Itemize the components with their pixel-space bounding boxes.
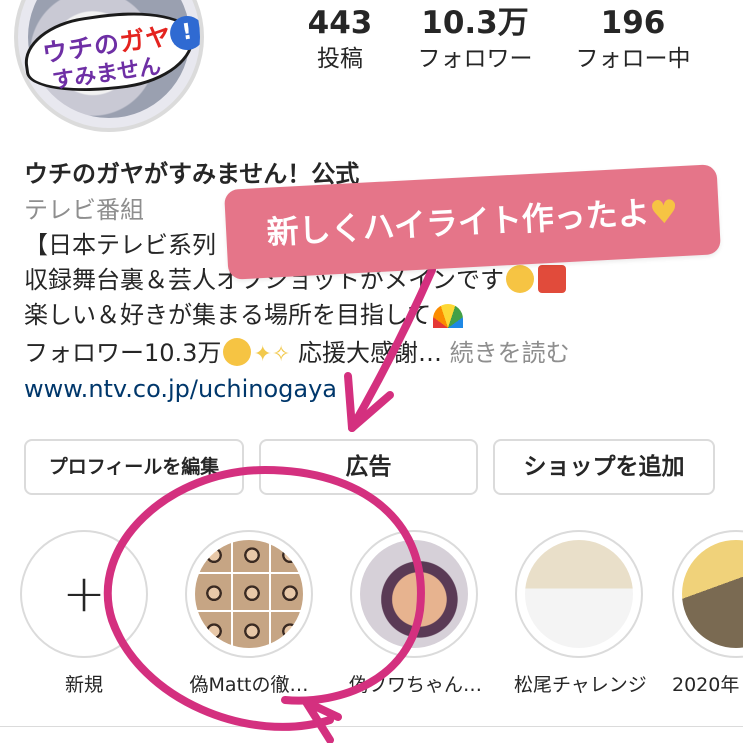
highlight-cover-image (525, 540, 633, 648)
highlight-label: 偽フワちゃん… (349, 674, 483, 696)
profile-category: テレビ番組 (24, 196, 144, 224)
highlight-item[interactable]: 松尾チャレンジ (514, 530, 647, 697)
followers-count: 10.3万 (421, 5, 529, 41)
highlight-cover-image (360, 540, 468, 648)
sparkles-emoji-icon: ✧ (271, 342, 291, 367)
pointer-arrow-head-right (348, 391, 394, 432)
add-shop-button[interactable]: ショップを追加 (493, 439, 715, 495)
highlight-item[interactable]: 偽Mattの徹… (184, 530, 314, 697)
highlight-label: 新規 (64, 674, 103, 696)
bio-line-3: 楽しい＆好きが集まる場所を目指して (24, 298, 465, 332)
highlight-item[interactable]: 偽フワちゃん… (349, 530, 483, 697)
yellow-heart-icon: ♥ (648, 192, 680, 232)
highlight-item[interactable]: 2020年 (672, 530, 743, 697)
rainbow-emoji-icon (433, 304, 464, 328)
ad-button[interactable]: 広告 (259, 439, 478, 495)
party-popper-emoji-icon: ✦ (253, 342, 272, 367)
bio-line-1: 【日本テレビ系列 (24, 231, 216, 259)
gift-emoji-icon (538, 265, 566, 293)
posts-count: 443 (307, 5, 373, 41)
flushed-emoji-icon (223, 338, 252, 366)
posts-label: 投稿 (317, 46, 363, 72)
pointer-arrow-head-left (344, 372, 356, 432)
read-more-link[interactable]: 続きを読む (450, 339, 570, 367)
profile-avatar[interactable]: ウチのガヤが すみません ! (14, 0, 204, 132)
circle-arrow-head (302, 698, 342, 743)
highlight-label: 偽Mattの徹… (189, 674, 309, 696)
plus-icon: + (62, 564, 106, 624)
highlight-cover-image (195, 540, 303, 648)
highlight-new[interactable]: + 新規 (19, 530, 149, 697)
tab-divider (0, 726, 743, 727)
wink-emoji-icon (506, 265, 534, 293)
posts-stat[interactable]: 443 投稿 (270, 4, 410, 74)
followers-label: フォロワー (417, 46, 533, 72)
edit-profile-button[interactable]: プロフィールを編集 (24, 439, 244, 495)
highlight-label: 松尾チャレンジ (514, 674, 647, 696)
following-label: フォロー中 (575, 46, 691, 72)
following-stat[interactable]: 196 フォロー中 (562, 4, 704, 74)
highlight-label: 2020年 (672, 674, 740, 696)
bio-line-4: フォロワー10.3万 ✦✧ 応援大感謝… 続きを読む (24, 338, 570, 367)
following-count: 196 (600, 5, 666, 41)
followers-stat[interactable]: 10.3万 フォロワー (404, 4, 546, 74)
website-link[interactable]: www.ntv.co.jp/uchinogaya (24, 372, 337, 406)
highlight-cover-image (682, 540, 743, 648)
